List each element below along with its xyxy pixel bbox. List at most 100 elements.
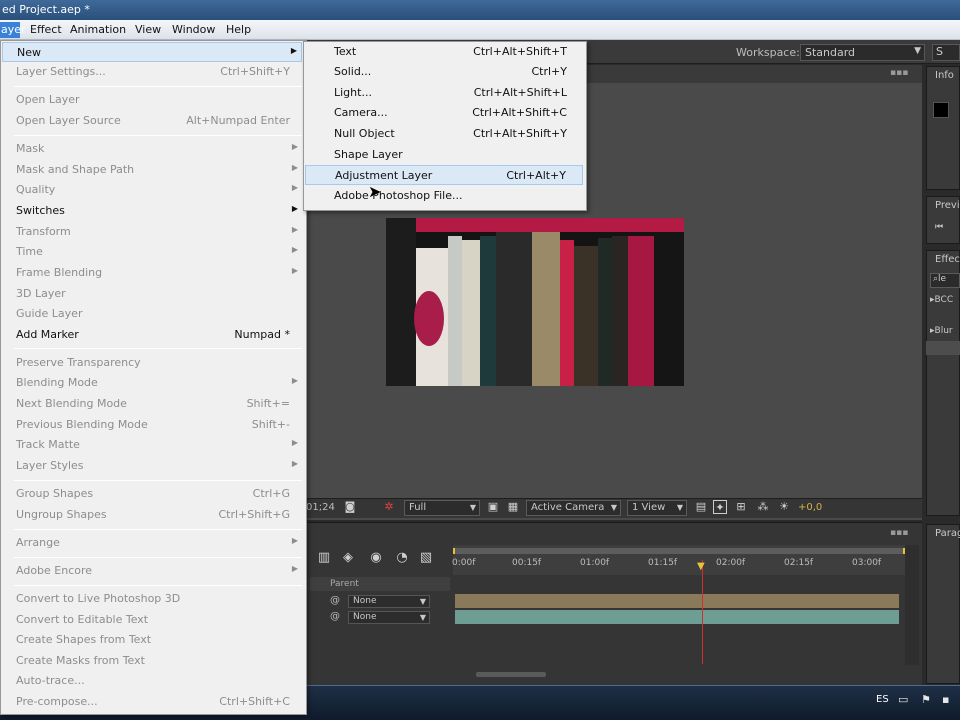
submenu-item-light[interactable]: Light... Ctrl+Alt+Shift+L bbox=[305, 83, 583, 103]
menu-item-previous-blending-mode[interactable]: Previous Blending Mode Shift+- bbox=[2, 415, 302, 435]
menu-item-adobe-encore[interactable]: Adobe Encore ▶ bbox=[2, 561, 302, 581]
timeline-scrollbar[interactable] bbox=[905, 545, 919, 665]
playhead-handle-icon[interactable]: ▼ bbox=[697, 561, 708, 573]
pick-whip-icon[interactable]: @ bbox=[330, 611, 340, 622]
tray-network-icon[interactable]: ▪ bbox=[942, 693, 949, 706]
exposure-reset-icon[interactable]: ☀ bbox=[777, 500, 791, 514]
region-of-interest-icon[interactable]: ▣ bbox=[486, 500, 500, 514]
view-layout-select[interactable]: 1 View ▼ bbox=[627, 500, 687, 516]
layer-duration-bar[interactable] bbox=[455, 610, 899, 624]
menu-help[interactable]: Help bbox=[226, 22, 251, 38]
menu-item-open-layer[interactable]: Open Layer bbox=[2, 90, 302, 110]
info-panel-title[interactable]: Info bbox=[935, 70, 954, 81]
menu-animation[interactable]: Animation bbox=[70, 22, 126, 38]
submenu-item-camera[interactable]: Camera... Ctrl+Alt+Shift+C bbox=[305, 103, 583, 123]
shy-layers-icon[interactable]: ◉ bbox=[368, 550, 384, 566]
menu-item-transform[interactable]: Transform ▶ bbox=[2, 222, 302, 242]
menu-item-ungroup-shapes[interactable]: Ungroup Shapes Ctrl+Shift+G bbox=[2, 505, 302, 525]
submenu-item-adobe-photoshop-file[interactable]: Adobe Photoshop File... bbox=[305, 186, 583, 206]
time-tick: 01:15f bbox=[648, 558, 678, 568]
menu-item-time[interactable]: Time ▶ bbox=[2, 242, 302, 262]
chevron-right-icon: ▶ bbox=[291, 225, 298, 234]
motion-blur-icon[interactable]: ◔ bbox=[394, 550, 410, 566]
layer-duration-bar[interactable] bbox=[455, 594, 899, 608]
menu-item-layer-styles[interactable]: Layer Styles ▶ bbox=[2, 456, 302, 476]
camera-view-select[interactable]: Active Camera ▼ bbox=[526, 500, 621, 516]
transparency-grid-icon[interactable]: ▦ bbox=[506, 500, 520, 514]
submenu-item-text[interactable]: Text Ctrl+Alt+Shift+T bbox=[305, 42, 583, 62]
menu-item-add-marker[interactable]: Add Marker Numpad * bbox=[2, 325, 302, 345]
menu-item-pre-compose[interactable]: Pre-compose... Ctrl+Shift+C bbox=[2, 692, 302, 712]
submenu-item-adjustment-layer[interactable]: Adjustment Layer Ctrl+Alt+Y bbox=[305, 165, 583, 185]
timeline-zoom-slider[interactable] bbox=[476, 672, 546, 677]
effects-search-input[interactable]: ⌕le bbox=[930, 273, 960, 288]
color-channels-icon[interactable]: ✲ bbox=[382, 500, 396, 514]
current-timecode[interactable]: 01;24 bbox=[306, 502, 335, 513]
language-indicator[interactable]: ES bbox=[876, 694, 889, 705]
menu-item-switches[interactable]: Switches ▶ bbox=[2, 201, 302, 221]
submenu-item-null-object[interactable]: Null Object Ctrl+Alt+Shift+Y bbox=[305, 124, 583, 144]
snapshot-icon[interactable]: ◙ bbox=[343, 500, 357, 514]
menu-item-create-masks-from-text[interactable]: Create Masks from Text bbox=[2, 651, 302, 671]
search-help-input[interactable]: S bbox=[932, 44, 960, 61]
effects-category-blur[interactable]: ▸Blur bbox=[930, 326, 953, 336]
menu-item-3d-layer[interactable]: 3D Layer bbox=[2, 284, 302, 304]
menu-item-layer-settings[interactable]: Layer Settings... Ctrl+Shift+Y bbox=[2, 62, 302, 82]
menu-item-convert-to-live-photoshop-3d[interactable]: Convert to Live Photoshop 3D bbox=[2, 589, 302, 609]
work-area-bar[interactable] bbox=[453, 548, 905, 554]
comp-mini-flowchart-icon[interactable]: ▥ bbox=[316, 550, 332, 566]
menu-item-label: Adobe Encore bbox=[16, 564, 93, 577]
tray-folder-icon[interactable]: ▭ bbox=[898, 693, 908, 706]
fast-previews-icon[interactable]: ✦ bbox=[713, 500, 727, 514]
menu-item-group-shapes[interactable]: Group Shapes Ctrl+G bbox=[2, 484, 302, 504]
menu-item-open-layer-source[interactable]: Open Layer Source Alt+Numpad Enter bbox=[2, 111, 302, 131]
preview-panel-title[interactable]: Previ bbox=[935, 200, 960, 211]
resolution-select[interactable]: Full ▼ bbox=[404, 500, 480, 516]
toggle-pixel-aspect-icon[interactable]: ▤ bbox=[694, 500, 708, 514]
paragraph-panel-title[interactable]: Parag bbox=[935, 528, 960, 539]
timeline-link-icon[interactable]: ⊞ bbox=[734, 500, 748, 514]
parent-select[interactable]: None ▼ bbox=[348, 595, 430, 608]
draft-3d-icon[interactable]: ◈ bbox=[340, 550, 356, 566]
menu-item-label: Previous Blending Mode bbox=[16, 418, 148, 431]
menu-item-mask-and-shape-path[interactable]: Mask and Shape Path ▶ bbox=[2, 160, 302, 180]
menu-item-arrange[interactable]: Arrange ▶ bbox=[2, 533, 302, 553]
pick-whip-icon[interactable]: @ bbox=[330, 595, 340, 606]
menu-item-guide-layer[interactable]: Guide Layer bbox=[2, 304, 302, 324]
effects-panel-title[interactable]: Effec bbox=[935, 254, 960, 265]
menu-item-next-blending-mode[interactable]: Next Blending Mode Shift+= bbox=[2, 394, 302, 414]
playhead-line[interactable] bbox=[702, 560, 703, 664]
effects-selected-row[interactable] bbox=[926, 341, 960, 355]
menu-item-track-matte[interactable]: Track Matte ▶ bbox=[2, 435, 302, 455]
flowchart-icon[interactable]: ⁂ bbox=[756, 500, 770, 514]
menu-view[interactable]: View bbox=[135, 22, 161, 38]
effects-category-bcc[interactable]: ▸BCC bbox=[930, 295, 953, 305]
menu-layer[interactable]: ayer bbox=[0, 22, 26, 38]
menu-item-auto-trace[interactable]: Auto-trace... bbox=[2, 671, 302, 691]
chevron-down-icon: ▼ bbox=[469, 503, 476, 512]
menu-item-preserve-transparency[interactable]: Preserve Transparency bbox=[2, 353, 302, 373]
panel-menu-icon[interactable]: ▪▪▪ bbox=[890, 528, 908, 538]
menu-item-blending-mode[interactable]: Blending Mode ▶ bbox=[2, 373, 302, 393]
workspace-select[interactable]: Standard ▼ bbox=[800, 44, 925, 61]
submenu-item-shape-layer[interactable]: Shape Layer bbox=[305, 145, 583, 165]
menu-item-new[interactable]: New ▶ bbox=[2, 42, 302, 62]
graph-editor-icon[interactable]: ▧ bbox=[418, 550, 434, 566]
menu-item-label: Guide Layer bbox=[16, 307, 83, 320]
parent-column-header: Parent bbox=[330, 579, 359, 589]
panel-menu-icon[interactable]: ▪▪▪ bbox=[890, 68, 908, 78]
search-help-value: S bbox=[936, 45, 943, 58]
menu-item-convert-to-editable-text[interactable]: Convert to Editable Text bbox=[2, 610, 302, 630]
menu-item-label: Frame Blending bbox=[16, 266, 103, 279]
menu-window[interactable]: Window bbox=[172, 22, 215, 38]
menu-item-mask[interactable]: Mask ▶ bbox=[2, 139, 302, 159]
menu-item-quality[interactable]: Quality ▶ bbox=[2, 180, 302, 200]
menu-item-create-shapes-from-text[interactable]: Create Shapes from Text bbox=[2, 630, 302, 650]
submenu-item-solid[interactable]: Solid... Ctrl+Y bbox=[305, 62, 583, 82]
tray-flag-icon[interactable]: ⚑ bbox=[921, 693, 931, 706]
menu-effect[interactable]: Effect bbox=[30, 22, 62, 38]
menu-item-frame-blending[interactable]: Frame Blending ▶ bbox=[2, 263, 302, 283]
exposure-value[interactable]: +0,0 bbox=[798, 502, 822, 513]
first-frame-icon[interactable]: ⏮ bbox=[935, 222, 943, 232]
parent-select[interactable]: None ▼ bbox=[348, 611, 430, 624]
